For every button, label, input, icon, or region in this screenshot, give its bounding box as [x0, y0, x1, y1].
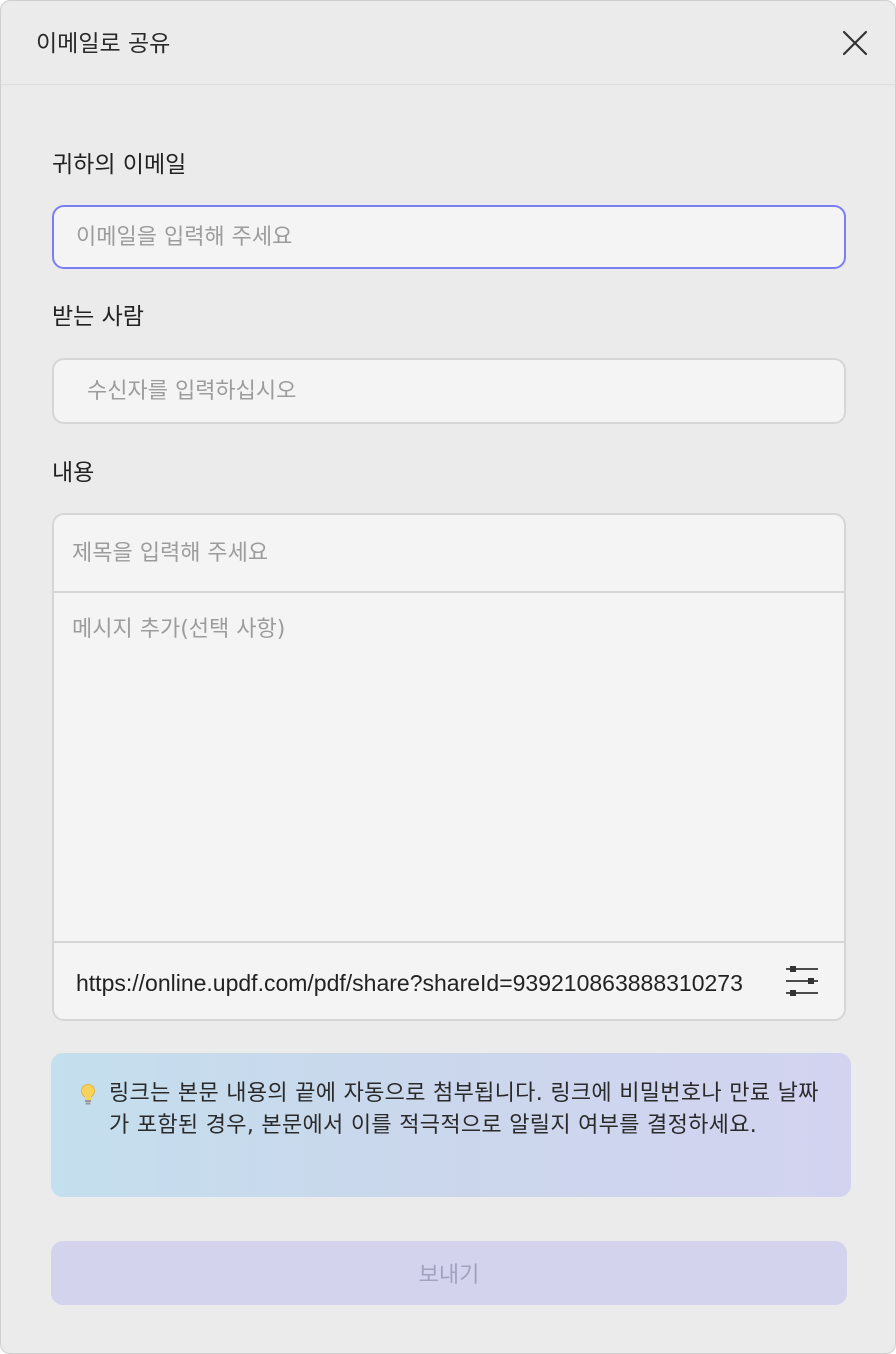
recipient-label: 받는 사람: [52, 304, 144, 330]
close-icon: [842, 30, 868, 56]
share-link-row: https://online.updf.com/pdf/share?shareI…: [54, 943, 844, 1019]
message-textarea[interactable]: [54, 593, 844, 943]
share-link-text: https://online.updf.com/pdf/share?shareI…: [76, 970, 743, 996]
content-box: https://online.updf.com/pdf/share?shareI…: [52, 513, 846, 1021]
share-email-dialog: 이메일로 공유 귀하의 이메일 받는 사람 내용 https://online.…: [0, 0, 896, 1354]
email-label: 귀하의 이메일: [52, 152, 187, 178]
send-button[interactable]: 보내기: [51, 1241, 847, 1305]
subject-input[interactable]: [54, 515, 844, 593]
notice-text: 링크는 본문 내용의 끝에 자동으로 첨부됩니다. 링크에 비밀번호나 만료 날…: [109, 1081, 819, 1138]
close-button[interactable]: [839, 27, 871, 59]
sliders-icon: [786, 966, 818, 996]
dialog-title: 이메일로 공유: [36, 31, 171, 57]
email-input[interactable]: [52, 205, 846, 269]
dialog-header: 이메일로 공유: [1, 1, 895, 85]
link-settings-button[interactable]: [784, 963, 820, 999]
recipient-input[interactable]: [52, 358, 846, 424]
lightbulb-icon: [81, 1084, 95, 1105]
content-label: 내용: [52, 460, 95, 486]
link-notice: 링크는 본문 내용의 끝에 자동으로 첨부됩니다. 링크에 비밀번호나 만료 날…: [51, 1053, 851, 1197]
